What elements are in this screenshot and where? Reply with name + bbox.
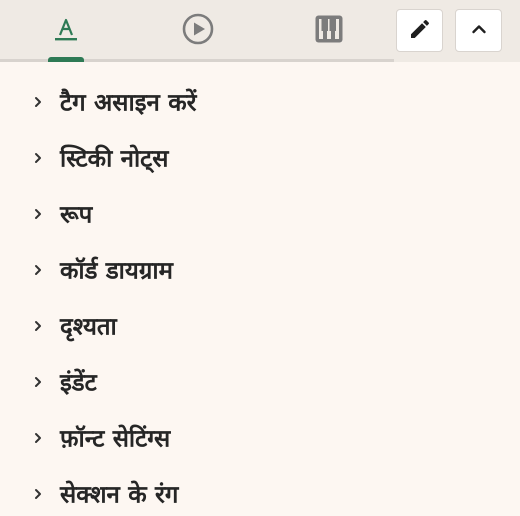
section-item-label: रूप <box>60 200 93 229</box>
tab-playback[interactable] <box>166 0 230 62</box>
chevron-right-icon <box>31 151 45 165</box>
chevron-right-icon <box>31 431 45 445</box>
section-item-section-colors[interactable]: सेक्शन के रंग <box>0 472 520 516</box>
chevron-right-icon <box>31 263 45 277</box>
section-item-sticky-notes[interactable]: स्टिकी नोट्स <box>0 136 520 180</box>
chevron-right-icon <box>31 95 45 109</box>
section-item-assign-tags[interactable]: टैग असाइन करें <box>0 80 520 124</box>
section-item-label: कॉर्ड डायग्राम <box>60 256 173 285</box>
chevron-right-icon <box>31 487 45 501</box>
section-item-label: दृश्यता <box>60 312 117 341</box>
toolbar <box>0 0 520 62</box>
tab-instrument[interactable] <box>297 0 361 62</box>
section-item-appearance[interactable]: रूप <box>0 192 520 236</box>
chevron-right-icon <box>31 375 45 389</box>
text-format-icon <box>52 15 80 47</box>
section-item-label: स्टिकी नोट्स <box>60 144 169 173</box>
active-tab-indicator <box>48 57 84 62</box>
play-circle-icon <box>181 12 215 50</box>
section-item-label: इंडेंट <box>60 368 97 397</box>
chevron-right-icon <box>31 207 45 221</box>
edit-button[interactable] <box>396 9 443 52</box>
section-item-indent[interactable]: इंडेंट <box>0 360 520 404</box>
chevron-right-icon <box>31 319 45 333</box>
section-item-label: टैग असाइन करें <box>60 88 197 117</box>
collapse-button[interactable] <box>455 9 502 52</box>
pencil-icon <box>408 17 432 45</box>
tab-text-format[interactable] <box>34 0 98 62</box>
piano-keys-icon <box>314 14 344 48</box>
chevron-up-icon <box>469 19 489 43</box>
section-item-label: फ़ॉन्ट सेटिंग्स <box>60 424 171 453</box>
section-item-label: सेक्शन के रंग <box>60 480 179 509</box>
section-item-font-settings[interactable]: फ़ॉन्ट सेटिंग्स <box>0 416 520 460</box>
section-item-visibility[interactable]: दृश्यता <box>0 304 520 348</box>
section-item-chord-diagram[interactable]: कॉर्ड डायग्राम <box>0 248 520 292</box>
